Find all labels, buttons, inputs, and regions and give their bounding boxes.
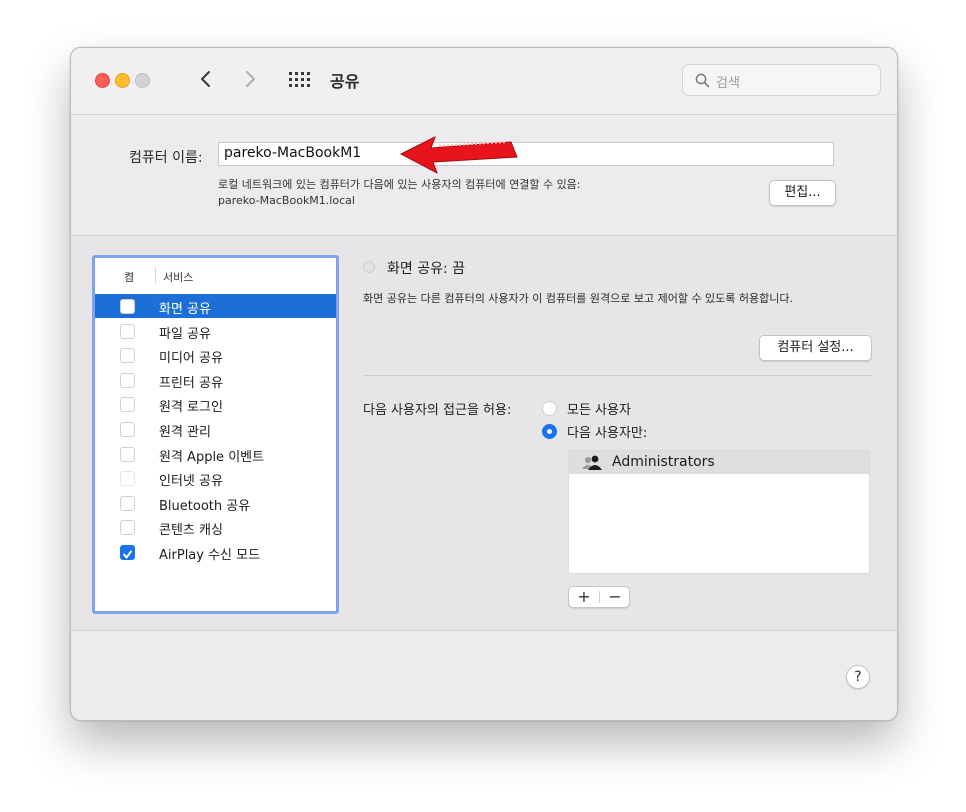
service-checkbox[interactable] — [120, 372, 135, 388]
checkmark-icon — [123, 550, 132, 559]
search-placeholder: 검색 — [716, 76, 740, 91]
footer — [71, 630, 897, 720]
service-checkbox[interactable] — [120, 323, 135, 339]
service-description: 화면 공유는 다른 컴퓨터의 사용자가 이 컴퓨터를 원격으로 보고 제어할 수… — [363, 292, 794, 305]
service-checkbox[interactable] — [120, 397, 135, 413]
service-label: 인터넷 공유 — [159, 474, 223, 490]
header-on: 켬 — [124, 271, 135, 284]
computer-name-label: 컴퓨터 이름: — [129, 150, 203, 166]
computer-settings-button[interactable]: 컴퓨터 설정... — [759, 335, 872, 361]
service-label: 미디어 공유 — [159, 351, 223, 367]
minimize-window-button[interactable] — [115, 73, 130, 88]
add-user-button[interactable]: + — [569, 587, 599, 607]
access-label: 다음 사용자의 접근을 허용: — [363, 403, 512, 418]
service-checkbox[interactable] — [120, 299, 135, 314]
service-row[interactable]: 콘텐츠 캐싱 — [95, 515, 336, 539]
service-checkbox[interactable] — [120, 520, 135, 536]
back-button[interactable] — [193, 65, 219, 93]
computer-name-field[interactable]: pareko-MacBookM1 — [218, 142, 834, 166]
service-row[interactable]: 인터넷 공유 — [95, 466, 336, 490]
search-field[interactable]: 검색 — [682, 64, 881, 96]
service-label: 원격 로그인 — [159, 400, 223, 416]
description-line: 로컬 네트워크에 있는 컴퓨터가 다음에 있는 사용자의 컴퓨터에 연결할 수 … — [218, 178, 581, 191]
user-group-icon — [582, 455, 602, 470]
service-status: 화면 공유: 끔 — [387, 261, 466, 277]
service-label: 콘텐츠 캐싱 — [159, 523, 223, 539]
header-service: 서비스 — [163, 271, 194, 284]
service-row[interactable]: 원격 로그인 — [95, 392, 336, 416]
service-row[interactable]: 화면 공유 — [95, 294, 336, 318]
local-hostname: pareko-MacBookM1.local — [218, 194, 355, 207]
edit-button[interactable]: 편집... — [769, 180, 836, 206]
remove-user-button[interactable]: − — [600, 587, 630, 607]
window-title: 공유 — [330, 72, 360, 91]
services-list: 켬 서비스 화면 공유파일 공유미디어 공유프린터 공유원격 로그인원격 관리원… — [92, 255, 339, 614]
computer-name-section: 컴퓨터 이름: pareko-MacBookM1 로컬 네트워크에 있는 컴퓨터… — [71, 115, 897, 236]
add-remove-control: + − — [568, 586, 630, 608]
service-checkbox[interactable] — [120, 348, 135, 364]
service-checkbox[interactable] — [120, 495, 135, 511]
service-checkbox[interactable] — [120, 422, 135, 437]
service-label: 원격 Apple 이벤트 — [159, 449, 265, 465]
service-row[interactable]: 미디어 공유 — [95, 343, 336, 367]
service-label: AirPlay 수신 모드 — [159, 548, 261, 563]
search-icon — [695, 73, 710, 88]
chevron-left-icon — [201, 71, 210, 87]
red-arrow-annotation — [399, 135, 518, 175]
radio-all-users-label[interactable]: 모든 사용자 — [567, 399, 631, 418]
radio-only-these-users-label[interactable]: 다음 사용자만: — [567, 422, 647, 441]
user-row[interactable]: Administrators — [569, 451, 869, 474]
service-checkbox[interactable] — [120, 471, 135, 487]
radio-only-these-users[interactable] — [542, 424, 557, 439]
service-label: 프린터 공유 — [159, 375, 223, 391]
service-row[interactable]: AirPlay 수신 모드 — [95, 540, 336, 564]
service-label: Bluetooth 공유 — [159, 498, 251, 514]
service-checkbox[interactable] — [120, 545, 135, 560]
forward-button[interactable] — [237, 65, 263, 93]
grid-icon — [289, 72, 310, 87]
services-list-header: 켬 서비스 — [95, 258, 336, 290]
service-row[interactable]: Bluetooth 공유 — [95, 491, 336, 515]
service-label: 파일 공유 — [159, 326, 211, 342]
status-indicator — [363, 261, 375, 273]
service-row[interactable]: 원격 Apple 이벤트 — [95, 442, 336, 466]
zoom-window-button[interactable] — [135, 73, 150, 88]
radio-all-users[interactable] — [542, 401, 557, 416]
show-all-button[interactable] — [289, 72, 311, 88]
service-label: 원격 관리 — [159, 425, 211, 440]
service-row[interactable]: 원격 관리 — [95, 417, 336, 441]
divider — [363, 375, 873, 376]
title-bar: 공유 검색 — [71, 48, 897, 115]
allowed-users-list[interactable]: Administrators — [568, 450, 870, 574]
sharing-window: 공유 검색 컴퓨터 이름: pareko-MacBookM1 로컬 네트워크에 … — [70, 47, 898, 721]
service-checkbox[interactable] — [120, 446, 135, 462]
user-name: Administrators — [612, 454, 715, 470]
computer-name-description: 로컬 네트워크에 있는 컴퓨터가 다음에 있는 사용자의 컴퓨터에 연결할 수 … — [218, 177, 581, 209]
chevron-right-icon — [246, 71, 255, 87]
close-window-button[interactable] — [95, 73, 110, 88]
service-row[interactable]: 프린터 공유 — [95, 368, 336, 392]
service-label: 화면 공유 — [159, 302, 211, 317]
help-button[interactable]: ? — [846, 665, 870, 689]
service-row[interactable]: 파일 공유 — [95, 319, 336, 343]
header-divider — [155, 267, 156, 283]
